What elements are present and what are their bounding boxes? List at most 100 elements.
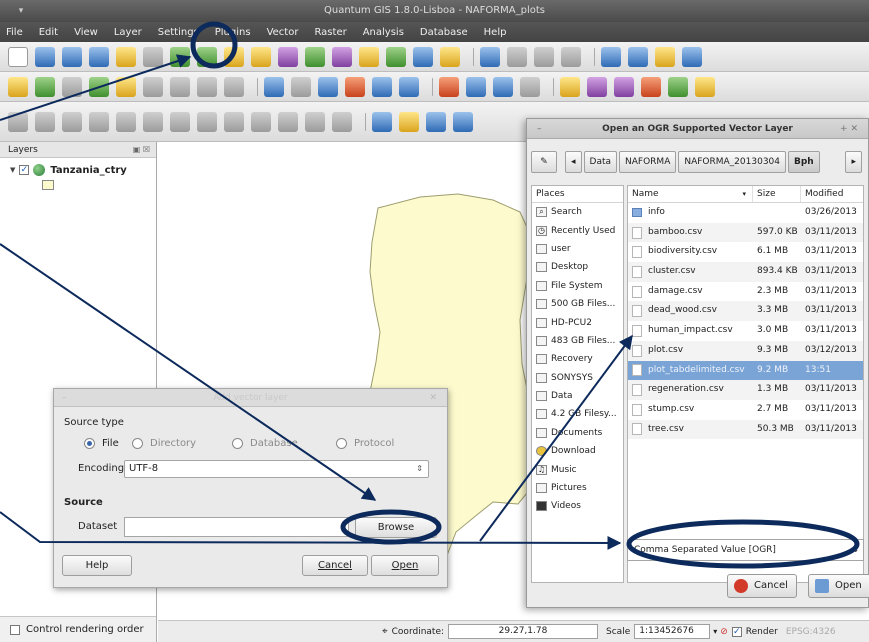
open-project-icon[interactable] [35,46,55,67]
identify-icon[interactable] [264,76,284,97]
place-data[interactable]: Data [532,387,623,405]
menu-raster[interactable]: Raster [314,27,346,38]
place-recovery[interactable]: Recovery [532,350,623,368]
file-type-filter[interactable]: Comma Separated Value [OGR] ⇕ [627,539,864,561]
heatmap-icon[interactable] [116,76,136,97]
path-item-naforma-20130304[interactable]: NAFORMA_20130304 [678,151,786,173]
place-hd-pcu2[interactable]: HD-PCU2 [532,313,623,331]
maximize-icon[interactable]: + ✕ [840,119,858,139]
simplify-feature-icon[interactable] [62,111,82,132]
vertex-icon[interactable] [399,111,419,132]
move-label-icon[interactable] [641,76,661,97]
path-item-data[interactable]: Data [583,151,618,173]
file-row-human-impact[interactable]: human_impact.csv 3.0 MB 03/11/2013 [628,321,863,341]
merge-attributes-icon[interactable] [305,111,325,132]
split-features-icon[interactable] [251,111,271,132]
radio-protocol[interactable]: Protocol [336,438,394,449]
rotate-symbols-icon[interactable] [332,111,352,132]
path-back-icon[interactable]: ◂ [565,151,582,173]
add-vector-layer-icon[interactable] [170,46,190,67]
new-shapefile-icon[interactable] [440,46,460,67]
file-row-regeneration[interactable]: regeneration.csv 1.3 MB 03/11/2013 [628,380,863,400]
place-download[interactable]: Download [532,442,623,460]
radio-database[interactable]: Database [232,438,298,449]
menu-analysis[interactable]: Analysis [363,27,404,38]
place-user[interactable]: user [532,240,623,258]
show-hide-labels-icon[interactable] [614,76,634,97]
place-pictures[interactable]: Pictures [532,479,623,497]
menu-plugins[interactable]: Plugins [215,27,251,38]
expand-arrow-icon[interactable]: ▼ [10,166,15,174]
add-mssql-layer-icon[interactable] [278,46,298,67]
panel-float-close-icon[interactable]: ▣ ☒ [133,142,150,158]
column-size[interactable]: Size [753,186,801,202]
dialog-menu-icon[interactable]: – [537,119,542,139]
python-plugin-icon[interactable] [8,76,28,97]
select-icon[interactable] [628,46,648,67]
undo-icon[interactable] [8,111,28,132]
place-videos[interactable]: Videos [532,497,623,515]
coordinate-capture-icon[interactable] [224,76,244,97]
move-feature-icon[interactable] [561,46,581,67]
text-annotation-icon[interactable] [466,76,486,97]
radio-directory-indicator[interactable] [132,438,143,449]
save-as-icon[interactable] [89,46,109,67]
close-icon[interactable]: ✕ [429,389,437,407]
place-recently-used[interactable]: ◷ Recently Used [532,221,623,239]
digitize-polygon-icon[interactable] [534,46,554,67]
node-tool-icon[interactable] [372,111,392,132]
scale-dropdown-icon[interactable]: ▾ [713,627,717,636]
type-location-icon[interactable]: ✎ [531,151,557,173]
pin-labels-icon[interactable] [587,76,607,97]
change-label-icon[interactable] [695,76,715,97]
add-part-icon[interactable] [116,111,136,132]
epsg-label[interactable]: EPSG:4326 [786,627,836,637]
settings-icon[interactable] [291,76,311,97]
gps-tools-icon[interactable] [62,76,82,97]
bookmarks-icon[interactable] [399,76,419,97]
add-spatialite-layer-icon[interactable] [251,46,271,67]
radio-file[interactable]: File [84,438,119,449]
menu-file[interactable]: File [6,27,23,38]
layer-symbol-swatch[interactable] [42,180,54,190]
merge-features-icon[interactable] [278,111,298,132]
spatial-query-icon[interactable] [170,76,190,97]
menu-settings[interactable]: Settings [158,27,199,38]
file-row-tree[interactable]: tree.csv 50.3 MB 03/11/2013 [628,419,863,440]
file-row-biodiversity[interactable]: biodiversity.csv 6.1 MB 03/11/2013 [628,242,863,262]
grass-icon[interactable] [89,76,109,97]
radio-directory[interactable]: Directory [132,438,196,449]
file-row-info[interactable]: info 03/26/2013 [628,203,863,223]
file-row-bamboo[interactable]: bamboo.csv 597.0 KB 03/11/2013 [628,222,863,243]
zoom-tools-icon[interactable] [682,46,702,67]
menu-view[interactable]: View [74,27,98,38]
menu-help[interactable]: Help [484,27,507,38]
browse-button[interactable]: Browse [355,517,437,538]
road-graph-icon[interactable] [143,76,163,97]
new-project-icon[interactable] [8,46,28,67]
digitize-point-icon[interactable] [507,46,527,67]
add-delimited-text-icon[interactable] [386,46,406,67]
ogr-cancel-button[interactable]: Cancel [727,574,797,598]
dataset-input[interactable] [124,517,349,537]
file-row-stump[interactable]: stump.csv 2.7 MB 03/11/2013 [628,400,863,420]
ogr-open-button[interactable]: Open [808,574,869,598]
file-row-plot-tabdelimited[interactable]: plot_tabdelimited.csv 9.2 MB 13:51 [628,360,863,381]
offline-editing-icon[interactable] [197,76,217,97]
encoding-combo[interactable]: UTF-8 ⇕ [124,460,429,478]
file-row-damage[interactable]: damage.csv 2.3 MB 03/11/2013 [628,282,863,302]
rendering-order-checkbox[interactable] [10,624,20,635]
render-checkbox[interactable]: ✓ [731,626,742,637]
add-wms-layer-icon[interactable] [305,46,325,67]
coordinate-field[interactable]: 29.27,1.78 [448,624,599,639]
place-file-system[interactable]: File System [532,277,623,295]
scale-field[interactable]: 1:13452676 [634,624,711,639]
place-desktop[interactable]: Desktop [532,258,623,276]
add-postgis-layer-icon[interactable] [224,46,244,67]
place-music[interactable]: ♫ Music [532,460,623,478]
label-tool-icon[interactable] [560,76,580,97]
digitize-line-icon[interactable] [480,46,500,67]
georeferencer-icon[interactable] [35,76,55,97]
zoom-out-icon[interactable] [453,111,473,132]
column-modified[interactable]: Modified [801,186,863,202]
